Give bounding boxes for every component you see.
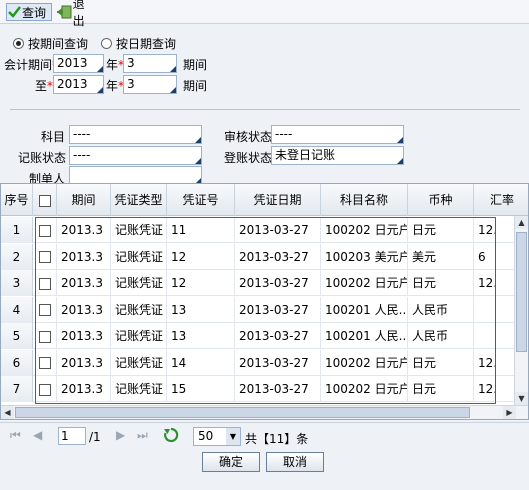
to-year-field[interactable]: 2013 xyxy=(53,75,104,94)
toolbar: 查询 退出 xyxy=(0,0,529,28)
horizontal-scroll-thumb[interactable] xyxy=(15,407,470,418)
col-subject[interactable]: 科目名称 xyxy=(321,184,408,216)
scroll-up-icon[interactable]: ▲ xyxy=(515,216,528,229)
radio-by-period[interactable]: 按期间查询 xyxy=(13,35,88,52)
post-label: 记账状态 xyxy=(18,151,67,165)
prev-page-icon[interactable]: ◀ xyxy=(33,428,42,442)
page-input[interactable]: 1 xyxy=(58,427,86,445)
col-currency[interactable]: 币种 xyxy=(408,184,474,216)
row-number: 2 xyxy=(1,243,33,270)
scroll-right-icon[interactable]: ▶ xyxy=(503,406,516,419)
col-no: 序号 xyxy=(1,184,33,216)
period-unit-label: 期间 xyxy=(183,79,208,93)
period-to-label: 至* xyxy=(35,79,54,93)
checkmark-icon xyxy=(8,6,21,18)
vertical-scroll-thumb[interactable] xyxy=(516,232,527,352)
total-pages: /1 xyxy=(89,430,101,444)
subject-label: 科目 xyxy=(41,130,66,144)
horizontal-scrollbar[interactable]: ◀ ▶ xyxy=(1,405,528,419)
next-page-icon[interactable]: ▶ xyxy=(116,428,125,442)
col-date[interactable]: 凭证日期 xyxy=(235,184,321,216)
ok-button[interactable]: 确定 xyxy=(202,452,260,472)
first-page-icon[interactable]: ⏮ xyxy=(10,428,21,443)
year-unit-label: 年* xyxy=(106,58,125,72)
table-header: 序号 期间 凭证类型 凭证号 凭证日期 科目名称 币种 汇率 xyxy=(1,184,528,216)
voucher-table: 序号 期间 凭证类型 凭证号 凭证日期 科目名称 币种 汇率 1 2013.3 记账… xyxy=(0,183,529,420)
col-select-all[interactable] xyxy=(33,184,57,216)
row-number: 5 xyxy=(1,323,33,349)
audit-label: 审核状态 xyxy=(224,130,273,144)
row-number: 6 xyxy=(1,349,33,376)
row-number: 7 xyxy=(1,376,33,402)
refresh-icon[interactable] xyxy=(163,427,179,443)
query-label: 查询 xyxy=(22,5,47,20)
pager: ⏮ ◀ 1 /1 ▶ ⏭ 50 ▼ 共【11】条 xyxy=(0,422,529,448)
period-unit-label: 期间 xyxy=(183,58,208,72)
audit-field[interactable]: ---- xyxy=(271,125,404,144)
post-field[interactable]: ---- xyxy=(69,146,202,165)
cancel-button[interactable]: 取消 xyxy=(266,452,324,472)
row-number: 4 xyxy=(1,296,33,323)
vertical-scrollbar[interactable]: ▲ ▼ xyxy=(514,216,528,405)
col-num[interactable]: 凭证号 xyxy=(167,184,235,216)
exit-icon xyxy=(57,5,72,19)
year-unit-label: 年* xyxy=(106,79,125,93)
row-number: 1 xyxy=(1,217,33,243)
radio-by-date[interactable]: 按日期查询 xyxy=(101,35,176,52)
total-count: 共【11】条 xyxy=(245,432,309,446)
select-all-checkbox[interactable] xyxy=(38,194,51,207)
col-type[interactable]: 凭证类型 xyxy=(111,184,167,216)
book-label: 登账状态 xyxy=(224,151,273,165)
chevron-down-icon[interactable]: ▼ xyxy=(226,428,240,445)
radio-by-period-label: 按期间查询 xyxy=(28,37,89,51)
col-period[interactable]: 期间 xyxy=(57,184,111,216)
exit-button[interactable]: 退出 xyxy=(56,0,96,28)
scroll-left-icon[interactable]: ◀ xyxy=(1,406,14,419)
book-field[interactable]: 未登日记账 xyxy=(271,146,404,165)
from-period-field[interactable]: 3 xyxy=(123,54,177,73)
row-number: 3 xyxy=(1,270,33,296)
page-size-value: 50 xyxy=(198,429,214,443)
radio-dot-icon xyxy=(13,38,24,49)
from-year-field[interactable]: 2013 xyxy=(53,54,104,73)
subject-field[interactable]: ---- xyxy=(69,125,202,144)
to-period-field[interactable]: 3 xyxy=(123,75,177,94)
period-from-label: 会计期间* xyxy=(4,58,58,72)
divider xyxy=(10,109,520,110)
query-button[interactable]: 查询 xyxy=(6,3,52,21)
highlight-box xyxy=(35,217,496,404)
page-size-select[interactable]: 50 ▼ xyxy=(193,427,241,446)
col-rate[interactable]: 汇率 xyxy=(474,184,528,216)
radio-by-date-label: 按日期查询 xyxy=(116,37,177,51)
last-page-icon[interactable]: ⏭ xyxy=(137,428,148,443)
scroll-down-icon[interactable]: ▼ xyxy=(515,392,528,405)
radio-dot-icon xyxy=(101,38,112,49)
exit-label: 退出 xyxy=(72,0,85,28)
